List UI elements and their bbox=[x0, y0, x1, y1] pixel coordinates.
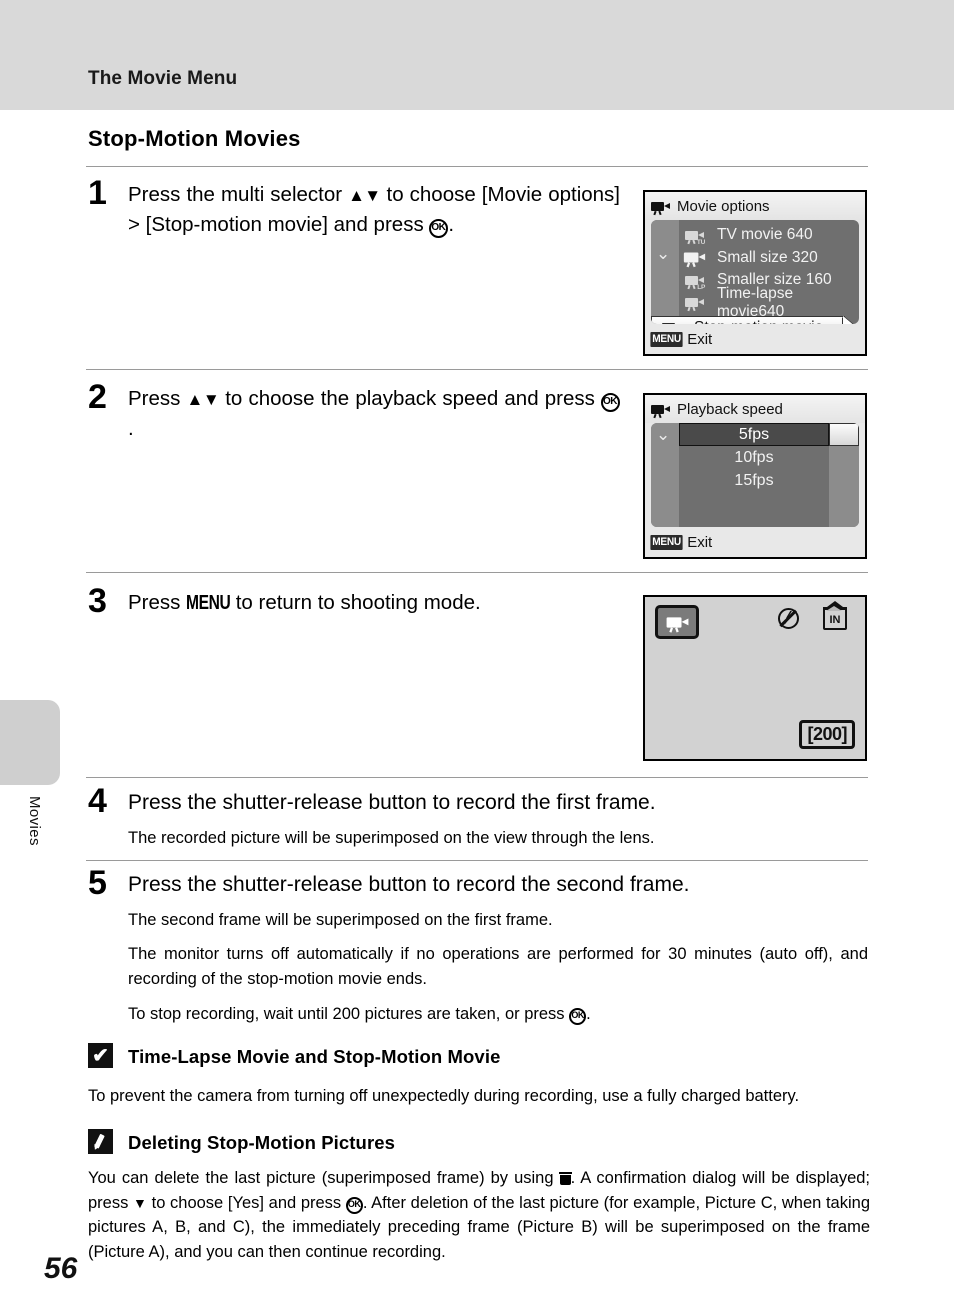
caution-check-glyph: ✔ bbox=[92, 1044, 109, 1067]
divider-rule-top bbox=[86, 166, 868, 167]
multi-selector-down-icon: ▼ bbox=[133, 1194, 147, 1211]
stop-motion-movie-icon bbox=[655, 605, 699, 639]
movie-camera-icon bbox=[651, 403, 670, 418]
lcd-playback-speed-footer: MENU Exit bbox=[649, 529, 712, 555]
current-setting-check-icon: ⌄ bbox=[656, 425, 671, 444]
note-2-text-a: You can delete the last picture (superim… bbox=[88, 1169, 560, 1187]
step-2-text-a: Press bbox=[128, 387, 187, 410]
stop-motion-movie-icon bbox=[662, 319, 684, 324]
icon-tag-label: TU bbox=[696, 238, 705, 246]
lcd-movie-options-list: ⌄ TU TV movie 640 Small size 320 LP Smal… bbox=[651, 220, 859, 324]
list-item-selected-5fps[interactable]: 5fps bbox=[679, 423, 829, 446]
step-sub-5-3: To stop recording, wait until 200 pictur… bbox=[128, 1002, 873, 1027]
lcd-playback-speed-titlebar: Playback speed bbox=[645, 395, 865, 423]
menu-button-icon: MENU bbox=[186, 592, 231, 614]
lcd-shooting-mode-screen: IN [200] bbox=[643, 595, 867, 761]
chapter-tab-marker bbox=[0, 700, 60, 785]
ok-button-icon: OK bbox=[569, 1008, 587, 1025]
list-item-label: Stop-motion movie bbox=[694, 319, 823, 325]
lcd-movie-options-footer: MENU Exit bbox=[649, 326, 712, 352]
multi-selector-updown-icon: ▲▼ bbox=[348, 186, 381, 205]
divider-rule-2 bbox=[86, 572, 868, 573]
step-sub-4: The recorded picture will be superimpose… bbox=[128, 829, 655, 847]
small-size-movie-icon bbox=[683, 249, 707, 268]
list-item[interactable]: Small size 320 bbox=[651, 247, 859, 270]
icon-tag-label: LP bbox=[697, 283, 705, 291]
step-1-text-a: Press the multi selector bbox=[128, 183, 349, 206]
step-number-2: 2 bbox=[88, 378, 107, 416]
lcd-movie-options-title: Movie options bbox=[677, 197, 770, 215]
internal-memory-icon: IN bbox=[822, 601, 847, 630]
trash-icon bbox=[558, 1172, 572, 1185]
step-1-text-c: . bbox=[448, 213, 455, 236]
multi-selector-updown-icon: ▲▼ bbox=[186, 390, 221, 409]
list-item-label: Small size 320 bbox=[717, 248, 818, 266]
step-number-5: 5 bbox=[88, 864, 107, 902]
step-5-text-b: . bbox=[586, 1005, 591, 1023]
step-sub-5-2: The monitor turns off automatically if n… bbox=[128, 945, 868, 988]
pencil-glyph bbox=[93, 1134, 109, 1150]
page-number: 56 bbox=[44, 1252, 78, 1285]
menu-button-chip-icon: MENU bbox=[650, 534, 683, 550]
note-2-text-c: to choose [Yes] and press bbox=[146, 1193, 346, 1212]
step-2-text-c: . bbox=[128, 417, 134, 440]
selection-arrow-icon bbox=[843, 316, 856, 324]
movie-camera-icon bbox=[651, 200, 670, 215]
step-title-5: Press the shutter-release button to reco… bbox=[128, 873, 690, 896]
list-item-label: 10fps bbox=[734, 448, 774, 466]
step-text-1: Press the multi selector ▲▼ to choose [M… bbox=[128, 180, 620, 239]
pencil-note-icon bbox=[88, 1129, 113, 1154]
flash-off-icon bbox=[778, 608, 799, 629]
note-body-2: You can delete the last picture (superim… bbox=[88, 1166, 870, 1264]
section-heading: Stop-Motion Movies bbox=[88, 126, 301, 151]
list-item-selected-stop-motion[interactable]: Stop-motion movie bbox=[651, 316, 856, 325]
lcd-exit-label: Exit bbox=[687, 330, 713, 348]
tv-movie-icon: TU bbox=[685, 226, 707, 246]
list-item[interactable]: Time-lapse movie640 bbox=[651, 285, 859, 320]
list-item-label: 5fps bbox=[738, 425, 770, 443]
step-text-2: Press ▲▼ to choose the playback speed an… bbox=[128, 384, 620, 443]
list-item[interactable]: TU TV movie 640 bbox=[651, 224, 859, 247]
step-number-4: 4 bbox=[88, 782, 107, 820]
ok-button-icon: OK bbox=[429, 219, 449, 238]
list-item-label: TV movie 640 bbox=[717, 226, 813, 244]
internal-memory-label: IN bbox=[829, 614, 841, 626]
lcd-movie-options-screen: Movie options ⌄ TU TV movie 640 Small si… bbox=[643, 190, 867, 356]
step-number-1: 1 bbox=[88, 174, 107, 212]
running-head-title: The Movie Menu bbox=[88, 68, 238, 89]
step-title-4: Press the shutter-release button to reco… bbox=[128, 791, 656, 814]
lcd-exit-label: Exit bbox=[687, 533, 713, 551]
list-item[interactable]: 15fps bbox=[651, 469, 859, 492]
step-sub-5-1: The second frame will be superimposed on… bbox=[128, 911, 553, 929]
divider-rule-1 bbox=[86, 369, 868, 370]
step-3-text-a: Press bbox=[128, 591, 187, 614]
lcd-playback-speed-screen: Playback speed ⌄ 5fps 10fps 15fps MENU E… bbox=[643, 393, 867, 559]
list-item-label: 15fps bbox=[734, 471, 774, 489]
ok-button-icon: OK bbox=[345, 1196, 363, 1214]
smaller-size-movie-icon: LP bbox=[685, 271, 707, 291]
note-body-1: To prevent the camera from turning off u… bbox=[88, 1087, 800, 1105]
note-title-2: Deleting Stop-Motion Pictures bbox=[128, 1132, 396, 1153]
step-5-text-a: To stop recording, wait until 200 pictur… bbox=[128, 1005, 570, 1023]
step-number-3: 3 bbox=[88, 582, 107, 620]
divider-rule-4 bbox=[86, 860, 868, 861]
lcd-playback-speed-title: Playback speed bbox=[677, 400, 783, 418]
caution-checkmark-icon: ✔ bbox=[88, 1043, 113, 1068]
note-title-1: Time-Lapse Movie and Stop-Motion Movie bbox=[128, 1046, 501, 1067]
shots-remaining-counter: [200] bbox=[799, 720, 855, 749]
step-3-text-b: to return to shooting mode. bbox=[230, 591, 481, 614]
time-lapse-movie-icon bbox=[685, 294, 707, 312]
page-header-band bbox=[0, 0, 954, 110]
lcd-playback-speed-list: ⌄ 5fps 10fps 15fps bbox=[651, 423, 859, 527]
chapter-tab-label: Movies bbox=[26, 796, 43, 846]
step-2-text-b: to choose the playback speed and press bbox=[219, 387, 601, 410]
step-text-3: Press MENU to return to shooting mode. bbox=[128, 588, 628, 618]
lcd-movie-options-titlebar: Movie options bbox=[645, 192, 865, 220]
list-item[interactable]: 10fps bbox=[651, 446, 859, 469]
divider-rule-3 bbox=[86, 777, 868, 778]
menu-button-chip-icon: MENU bbox=[650, 331, 683, 347]
ok-button-icon: OK bbox=[601, 393, 620, 412]
lcd-scrollbar-thumb[interactable] bbox=[829, 423, 859, 446]
